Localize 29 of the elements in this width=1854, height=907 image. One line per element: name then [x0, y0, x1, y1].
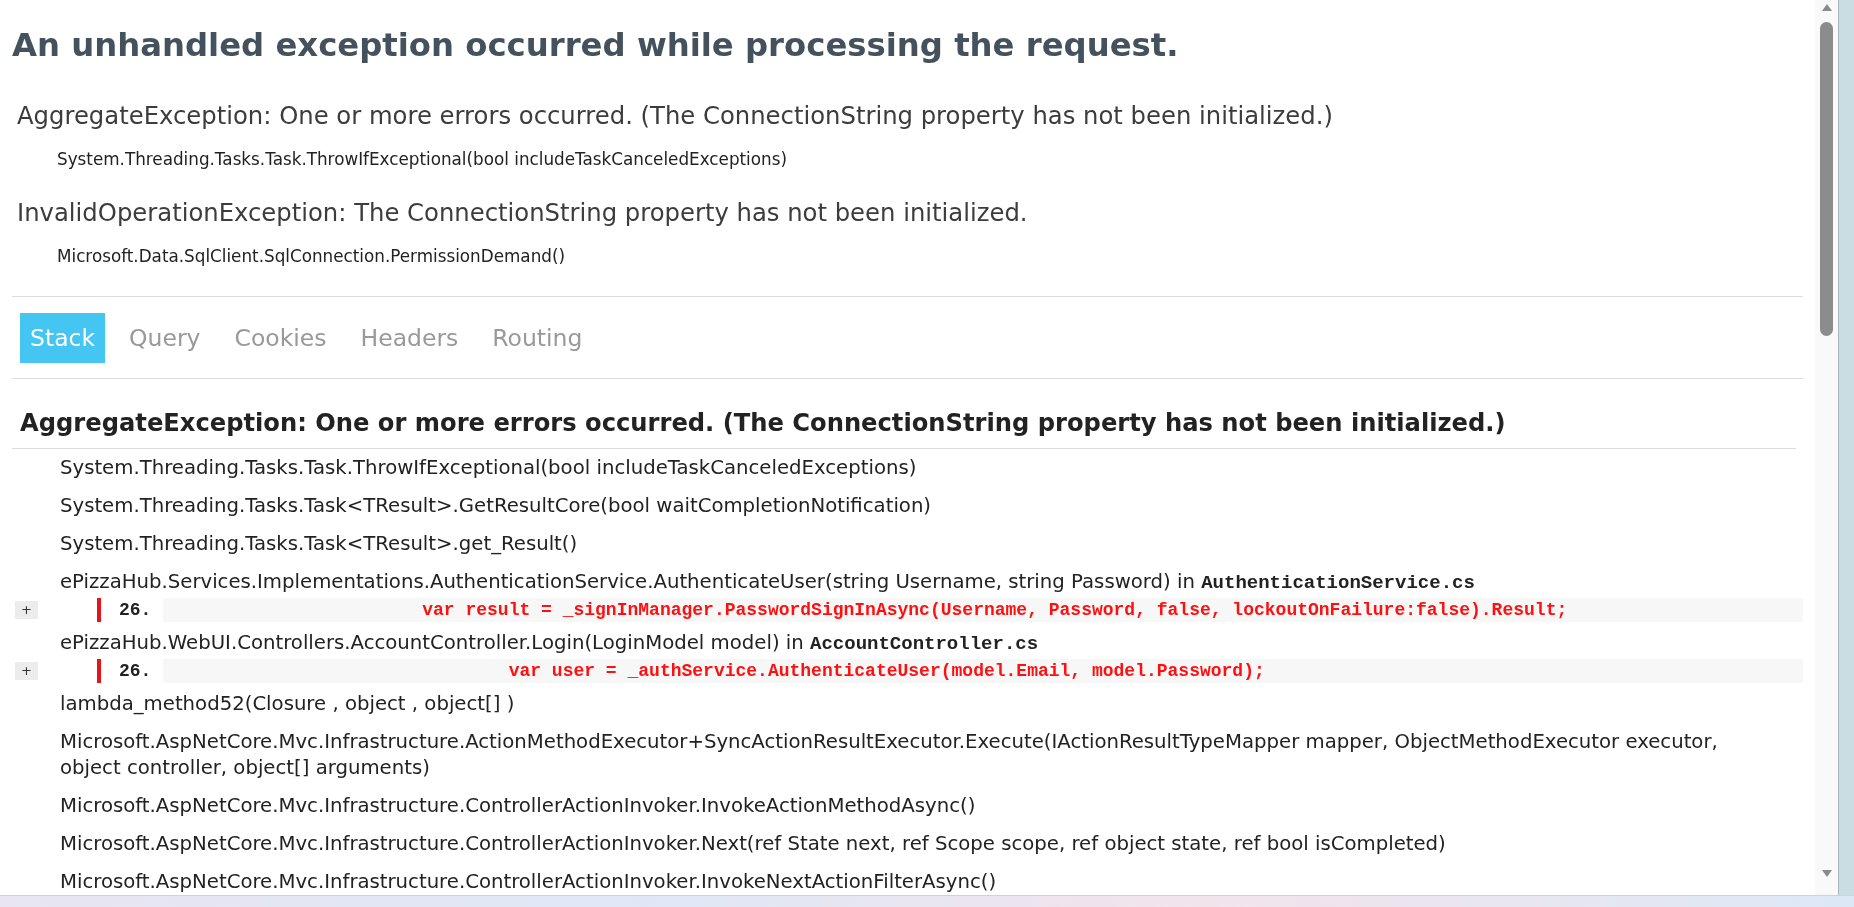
expand-button[interactable]: + — [15, 662, 38, 680]
tab[interactable]: Stack — [20, 313, 106, 363]
exception-message: AggregateException: One or more errors occurred. (The ConnectionString property has not been initialized.) — [16, 101, 1334, 131]
stack-frame: System.Threading.Tasks.Task<TResult>.get_Result() — [12, 525, 1803, 563]
line-number: 26. — [118, 661, 153, 681]
stack-frame: Microsoft.AspNetCore.Mvc.Infrastructure.ControllerActionInvoker.InvokeActionMethodAsync() — [12, 787, 1803, 825]
expand-button[interactable]: + — [15, 601, 38, 619]
scrollbar-thumb[interactable] — [1820, 22, 1833, 336]
stack-frame: lambda_method52(Closure , object , object[] ) — [12, 685, 1803, 723]
exception-message: InvalidOperationException: The ConnectionString property has not been initialized. — [16, 198, 1029, 228]
error-marker-icon — [97, 598, 101, 622]
stack-frame: Microsoft.AspNetCore.Mvc.Infrastructure.ControllerActionInvoker.Next(ref State next, ref Scope scope, ref object state, ref bool isCompleted) — [12, 825, 1803, 863]
tab[interactable]: Cookies — [224, 313, 337, 363]
tab[interactable]: Headers — [350, 313, 469, 363]
stack-frame: Microsoft.AspNetCore.Mvc.Infrastructure.ActionMethodExecutor+SyncActionResultExecutor.Execute(IActionResultTypeMapper mapper, ObjectMethodExecutor executor, object controller, object[] arguments) — [12, 723, 1803, 787]
stack-frame: System.Threading.Tasks.Task.ThrowIfExceptional(bool includeTaskCanceledExceptions) — [12, 449, 1803, 487]
tab[interactable]: Query — [119, 313, 211, 363]
error-marker-icon — [97, 659, 101, 683]
exception-location: System.Threading.Tasks.Task.ThrowIfExceptional(bool includeTaskCanceledExceptions) — [56, 148, 788, 170]
scrollbar[interactable] — [1815, 0, 1838, 895]
line-number: 26. — [118, 600, 153, 620]
scroll-up-icon[interactable] — [1821, 4, 1832, 11]
exception-location: Microsoft.Data.SqlClient.SqlConnection.PermissionDemand() — [56, 245, 566, 267]
stack-frame: Microsoft.AspNetCore.Mvc.Infrastructure.ControllerActionInvoker.InvokeNextActionFilterAsync() — [12, 863, 1803, 895]
stack-frame: System.Threading.Tasks.Task<TResult>.GetResultCore(bool waitCompletionNotification) — [12, 487, 1803, 525]
tab[interactable]: Routing — [482, 313, 593, 363]
stack-heading: AggregateException: One or more errors occurred. (The ConnectionString property has not been initialized.) — [12, 407, 1796, 449]
scroll-down-icon[interactable] — [1821, 870, 1832, 877]
page-title: An unhandled exception occurred while processing the request. — [12, 25, 1180, 65]
